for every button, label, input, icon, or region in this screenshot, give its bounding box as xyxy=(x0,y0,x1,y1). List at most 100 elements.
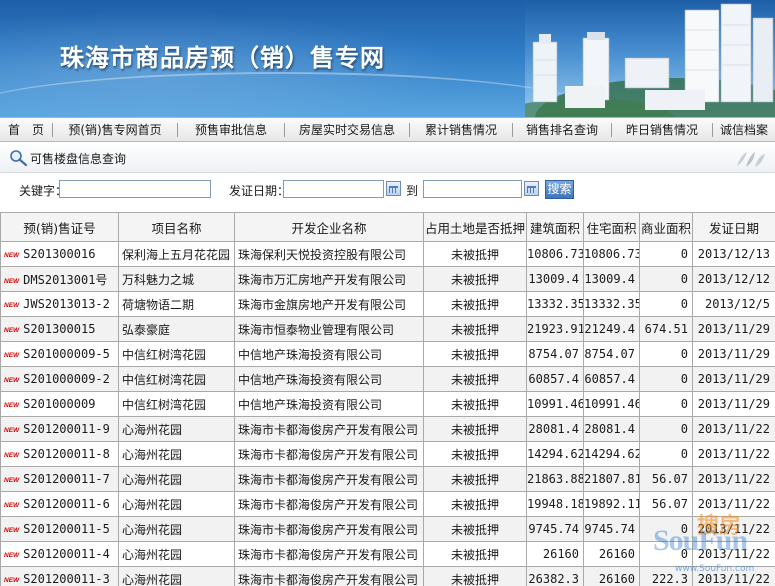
permit-number[interactable]: S201300016 xyxy=(23,247,95,261)
table-row[interactable]: NEW DMS2013001号 万科魅力之城 珠海市万汇房地产开发有限公司 未被抵押 13… xyxy=(0,266,775,292)
project-name-link[interactable]: 荷塘物语二期 xyxy=(118,291,235,317)
project-name-link[interactable]: 心海州花园 xyxy=(118,416,235,442)
residential-area: 14294.62 xyxy=(583,441,640,467)
nav-item-sales-ranking[interactable]: 销售排名查询 xyxy=(513,118,611,142)
project-name-link[interactable]: 心海州花园 xyxy=(118,466,235,492)
permit-number[interactable]: S201200011-5 xyxy=(23,522,110,536)
permit-number-cell[interactable]: NEW JWS2013013-2 xyxy=(0,291,119,317)
nav-item-credit-records[interactable]: 诚信档案 xyxy=(713,118,775,142)
new-badge-icon: NEW xyxy=(4,452,20,459)
developer-name: 珠海保利天悦投资控股有限公司 xyxy=(234,241,424,267)
mortgage-status: 未被抵押 xyxy=(423,291,527,317)
project-name-link[interactable]: 中信红树湾花园 xyxy=(118,366,235,392)
permit-number-cell[interactable]: NEW S201000009-2 xyxy=(0,366,119,392)
table-row[interactable]: NEW S201200011-6 心海州花园 珠海市卡都海俊房产开发有限公司 未被抵押 1… xyxy=(0,491,775,517)
calendar-icon[interactable] xyxy=(386,181,401,196)
mortgage-status: 未被抵押 xyxy=(423,566,527,586)
mortgage-status: 未被抵押 xyxy=(423,366,527,392)
commercial-area: 0 xyxy=(639,441,693,467)
keyword-input[interactable] xyxy=(59,180,211,198)
date-to-input[interactable] xyxy=(423,180,522,198)
permit-number[interactable]: S201200011-3 xyxy=(23,572,110,586)
project-name-link[interactable]: 保利海上五月花花园 xyxy=(118,241,235,267)
residential-area: 21807.81 xyxy=(583,466,640,492)
table-row[interactable]: NEW S201200011-4 心海州花园 珠海市卡都海俊房产开发有限公司 未被抵押 2… xyxy=(0,541,775,567)
permit-number[interactable]: S201200011-9 xyxy=(23,422,110,436)
residential-area: 10991.46 xyxy=(583,391,640,417)
table-row[interactable]: NEW S201300015 弘泰豪庭 珠海市恒泰物业管理有限公司 未被抵押 21923.… xyxy=(0,316,775,342)
developer-name: 中信地产珠海投资有限公司 xyxy=(234,366,424,392)
table-row[interactable]: NEW S201000009 中信红树湾花园 中信地产珠海投资有限公司 未被抵押 1099… xyxy=(0,391,775,417)
permit-number-cell[interactable]: NEW S201000009-5 xyxy=(0,341,119,367)
project-name-link[interactable]: 弘泰豪庭 xyxy=(118,316,235,342)
permit-number-cell[interactable]: NEW S201200011-9 xyxy=(0,416,119,442)
table-row[interactable]: NEW JWS2013013-2 荷塘物语二期 珠海市金旗房地产开发有限公司 未被抵押 1… xyxy=(0,291,775,317)
table-row[interactable]: NEW S201200011-3 心海州花园 珠海市卡都海俊房产开发有限公司 未被抵押 2… xyxy=(0,566,775,586)
date-from-input[interactable] xyxy=(283,180,384,198)
permit-number-cell[interactable]: NEW S201200011-4 xyxy=(0,541,119,567)
table-row[interactable]: NEW S201000009-2 中信红树湾花园 中信地产珠海投资有限公司 未被抵押 60… xyxy=(0,366,775,392)
permit-number[interactable]: S201200011-7 xyxy=(23,472,110,486)
nav-item-home[interactable]: 首 页 xyxy=(0,118,52,142)
issue-date: 2013/11/29 xyxy=(692,316,775,342)
column-header-developer[interactable]: 开发企业名称 xyxy=(234,212,424,242)
permit-number[interactable]: S201200011-6 xyxy=(23,497,110,511)
table-row[interactable]: NEW S201200011-9 心海州花园 珠海市卡都海俊房产开发有限公司 未被抵押 2… xyxy=(0,416,775,442)
permit-number-cell[interactable]: NEW S201200011-3 xyxy=(0,566,119,586)
permit-number-cell[interactable]: NEW S201200011-7 xyxy=(0,466,119,492)
table-header-row: 预(销)售证号 项目名称 开发企业名称 占用土地是否抵押 建筑面积 住宅面积 商… xyxy=(0,212,775,242)
permit-number-cell[interactable]: NEW S201200011-8 xyxy=(0,441,119,467)
column-header-commercial-area[interactable]: 商业面积 xyxy=(639,212,693,242)
commercial-area: 0 xyxy=(639,266,693,292)
nav-item-yesterday-sales[interactable]: 昨日销售情况 xyxy=(612,118,712,142)
permit-number-cell[interactable]: NEW S201200011-6 xyxy=(0,491,119,517)
nav-item-realtime-trade[interactable]: 房屋实时交易信息 xyxy=(285,118,409,142)
project-name-link[interactable]: 心海州花园 xyxy=(118,516,235,542)
issue-date-label: 发证日期： xyxy=(229,184,290,198)
column-header-issue-date[interactable]: 发证日期 xyxy=(692,212,775,242)
project-name-link[interactable]: 心海州花园 xyxy=(118,541,235,567)
permit-number-cell[interactable]: NEW S201300015 xyxy=(0,316,119,342)
permit-number[interactable]: DMS2013001号 xyxy=(23,273,107,287)
project-name-link[interactable]: 中信红树湾花园 xyxy=(118,391,235,417)
project-name-link[interactable]: 心海州花园 xyxy=(118,566,235,586)
project-name-link[interactable]: 心海州花园 xyxy=(118,441,235,467)
permit-number[interactable]: S201000009 xyxy=(23,397,95,411)
column-header-permit-no[interactable]: 预(销)售证号 xyxy=(0,212,119,242)
table-row[interactable]: NEW S201000009-5 中信红树湾花园 中信地产珠海投资有限公司 未被抵押 87… xyxy=(0,341,775,367)
nav-item-cumulative-sales[interactable]: 累计销售情况 xyxy=(410,118,512,142)
project-name-link[interactable]: 万科魅力之城 xyxy=(118,266,235,292)
permit-number-cell[interactable]: NEW S201000009 xyxy=(0,391,119,417)
commercial-area: 0 xyxy=(639,541,693,567)
permit-number[interactable]: S201200011-8 xyxy=(23,447,110,461)
project-name-link[interactable]: 中信红树湾花园 xyxy=(118,341,235,367)
table-row[interactable]: NEW S201200011-5 心海州花园 珠海市卡都海俊房产开发有限公司 未被抵押 9… xyxy=(0,516,775,542)
permit-number[interactable]: S201200011-4 xyxy=(23,547,110,561)
permit-number[interactable]: S201300015 xyxy=(23,322,95,336)
building-area: 19948.18 xyxy=(526,491,584,517)
commercial-area: 0 xyxy=(639,341,693,367)
table-row[interactable]: NEW S201200011-7 心海州花园 珠海市卡都海俊房产开发有限公司 未被抵押 2… xyxy=(0,466,775,492)
table-row[interactable]: NEW S201200011-8 心海州花园 珠海市卡都海俊房产开发有限公司 未被抵押 1… xyxy=(0,441,775,467)
residential-area: 60857.4 xyxy=(583,366,640,392)
permit-number[interactable]: JWS2013013-2 xyxy=(23,297,110,311)
permit-number-cell[interactable]: NEW DMS2013001号 xyxy=(0,266,119,292)
permit-number-cell[interactable]: NEW S201200011-5 xyxy=(0,516,119,542)
project-name-link[interactable]: 心海州花园 xyxy=(118,491,235,517)
search-button[interactable]: 搜索 xyxy=(545,180,574,199)
column-header-project-name[interactable]: 项目名称 xyxy=(118,212,235,242)
permit-number-cell[interactable]: NEW S201300016 xyxy=(0,241,119,267)
permit-number[interactable]: S201000009-2 xyxy=(23,372,110,386)
commercial-area: 0 xyxy=(639,416,693,442)
mortgage-status: 未被抵押 xyxy=(423,516,527,542)
nav-item-presale-approval[interactable]: 预售审批信息 xyxy=(178,118,284,142)
column-header-land-mortgage[interactable]: 占用土地是否抵押 xyxy=(423,212,527,242)
new-badge-icon: NEW xyxy=(4,327,20,334)
column-header-residential-area[interactable]: 住宅面积 xyxy=(583,212,640,242)
calendar-icon[interactable] xyxy=(524,181,539,196)
table-row[interactable]: NEW S201300016 保利海上五月花花园 珠海保利天悦投资控股有限公司 未被抵押… xyxy=(0,241,775,267)
mortgage-status: 未被抵押 xyxy=(423,491,527,517)
column-header-building-area[interactable]: 建筑面积 xyxy=(526,212,584,242)
nav-item-presale-home[interactable]: 预(销)售专网首页 xyxy=(53,118,177,142)
permit-number[interactable]: S201000009-5 xyxy=(23,347,110,361)
